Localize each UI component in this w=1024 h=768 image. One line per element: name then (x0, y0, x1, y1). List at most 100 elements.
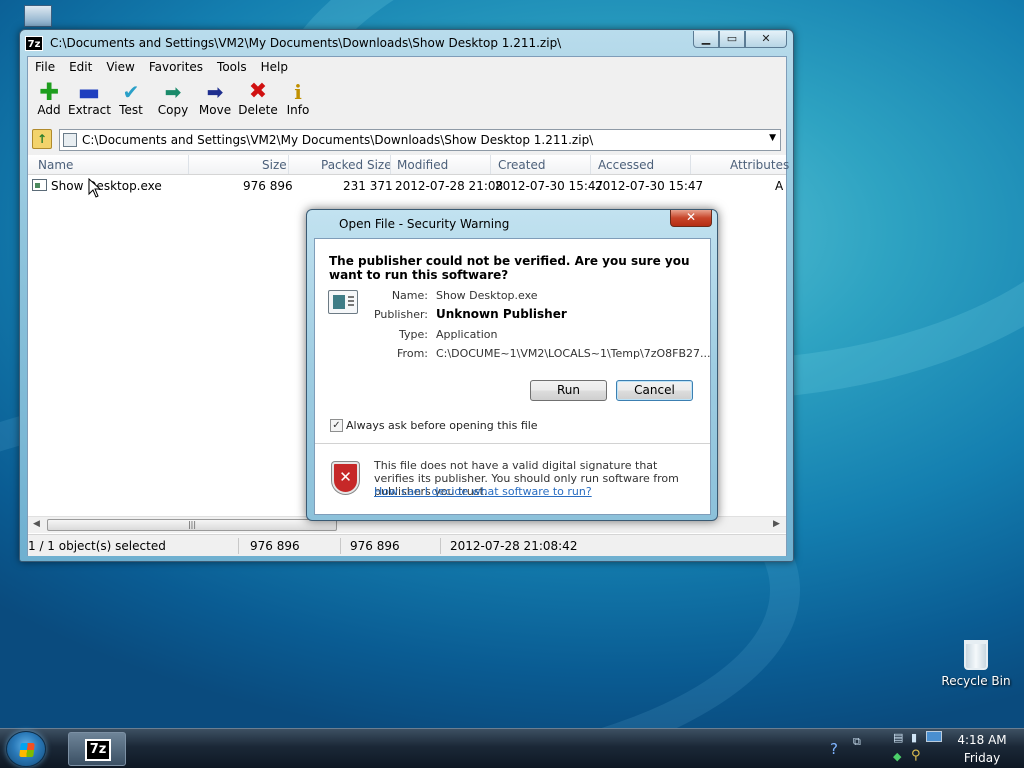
publisher-value: Unknown Publisher (436, 307, 567, 321)
volume-icon[interactable]: ▮ (911, 731, 917, 744)
help-link[interactable]: How can I decide what software to run? (374, 485, 592, 498)
delete-label: Delete (238, 103, 278, 117)
taskbar-7zip-button[interactable]: 7z (68, 732, 126, 766)
folder-up-icon[interactable]: ↑ (32, 129, 52, 149)
from-value: C:\DOCUME~1\VM2\LOCALS~1\Temp\7zO8FB27..… (436, 347, 711, 360)
name-label: Name: (391, 289, 428, 302)
status-packed: 976 896 (350, 539, 400, 553)
maximize-button[interactable]: ▭ (719, 31, 745, 48)
column-size[interactable]: Size (262, 158, 287, 172)
plus-icon: ✚ (38, 78, 60, 106)
menubar: File Edit View Favorites Tools Help (28, 57, 786, 77)
check-icon: ✔ (122, 80, 140, 104)
test-label: Test (119, 103, 143, 117)
row-attributes: A (775, 179, 784, 193)
menu-file[interactable]: File (28, 57, 62, 77)
tray-green-icon[interactable]: ◆ (893, 750, 901, 763)
dialog-body: The publisher could not be verified. Are… (314, 238, 711, 515)
status-bar: 1 / 1 object(s) selected 976 896 976 896… (28, 534, 786, 556)
address-bar: ↑ C:\Documents and Settings\VM2\My Docum… (28, 125, 786, 155)
extract-label: Extract (68, 103, 111, 117)
network-icon[interactable]: ▤ (893, 731, 903, 744)
menu-edit[interactable]: Edit (62, 57, 99, 77)
copy-arrow-icon: ➡ (164, 80, 182, 104)
row-name: Show Desktop.exe (51, 179, 162, 193)
security-warning-dialog: Open File - Security Warning ✕ The publi… (306, 209, 718, 521)
mouse-cursor (88, 178, 102, 198)
copy-label: Copy (157, 103, 189, 117)
dialog-divider (315, 443, 710, 444)
publisher-label: Publisher: (373, 308, 428, 321)
taskbar: 7z ? ⧉ ▤ ▮ ◆ ⚲ 4:18 AM Friday (0, 728, 1024, 768)
column-packed-size[interactable]: Packed Size (321, 158, 392, 172)
extract-button[interactable]: ▬ Extract (68, 78, 111, 117)
status-date: 2012-07-28 21:08:42 (450, 539, 578, 553)
info-icon: i (294, 80, 302, 104)
help-icon[interactable]: ? (830, 740, 838, 758)
status-size: 976 896 (250, 539, 300, 553)
row-size: 976 896 (243, 179, 293, 193)
column-name[interactable]: Name (38, 158, 73, 172)
application-icon (328, 290, 358, 314)
test-button[interactable]: ✔ Test (116, 81, 146, 117)
run-button[interactable]: Run (530, 380, 607, 401)
clock[interactable]: 4:18 AM Friday (950, 731, 1014, 767)
add-button[interactable]: ✚ Add (34, 78, 64, 117)
clock-day: Friday (963, 751, 1001, 765)
row-created: 2012-07-30 15:47 (495, 179, 604, 193)
always-ask-checkbox[interactable]: ✓ (330, 419, 343, 432)
window-title: C:\Documents and Settings\VM2\My Documen… (50, 36, 562, 50)
row-packed-size: 231 371 (343, 179, 393, 193)
info-button[interactable]: i Info (284, 81, 312, 117)
dialog-title: Open File - Security Warning (339, 217, 510, 231)
always-ask-label[interactable]: Always ask before opening this file (346, 419, 538, 432)
menu-view[interactable]: View (99, 57, 141, 77)
7zip-app-icon[interactable]: 7z (25, 36, 43, 51)
search-icon[interactable]: ⚲ (911, 748, 921, 763)
toolbar: ✚ Add ▬ Extract ✔ Test ➡ Copy ➡ Move ✖ D… (28, 77, 786, 125)
move-label: Move (198, 103, 232, 117)
menu-help[interactable]: Help (254, 57, 295, 77)
row-modified: 2012-07-28 21:08 (395, 179, 504, 193)
move-arrow-icon: ➡ (206, 80, 224, 104)
restore-icon[interactable]: ⧉ (853, 735, 861, 749)
info-label: Info (286, 103, 310, 117)
delete-button[interactable]: ✖ Delete (238, 81, 278, 118)
minimize-button[interactable]: ▁ (693, 31, 719, 48)
column-modified[interactable]: Modified (397, 158, 448, 172)
display-icon[interactable] (926, 731, 942, 742)
7zip-taskbar-icon: 7z (85, 739, 111, 761)
move-button[interactable]: ➡ Move (198, 81, 232, 117)
scroll-left-icon[interactable]: ◀ (33, 519, 40, 529)
start-button[interactable] (6, 731, 46, 767)
type-label: Type: (399, 328, 428, 341)
my-computer-icon[interactable] (24, 5, 52, 27)
column-attributes[interactable]: Attributes (730, 158, 789, 172)
copy-button[interactable]: ➡ Copy (156, 81, 190, 117)
dialog-close-button[interactable]: ✕ (670, 210, 712, 227)
recycle-bin[interactable]: Recycle Bin (940, 640, 1012, 688)
scroll-right-icon[interactable]: ▶ (773, 519, 780, 529)
row-accessed: 2012-07-30 15:47 (595, 179, 704, 193)
clock-time: 4:18 AM (957, 733, 1007, 747)
column-accessed[interactable]: Accessed (598, 158, 654, 172)
table-row[interactable]: Show Desktop.exe 976 896 231 371 2012-07… (28, 177, 786, 195)
column-created[interactable]: Created (498, 158, 546, 172)
recycle-bin-icon (964, 640, 988, 670)
status-selected: 1 / 1 object(s) selected (28, 539, 166, 553)
cancel-button[interactable]: Cancel (616, 380, 693, 401)
recycle-bin-label: Recycle Bin (941, 674, 1011, 688)
exe-file-icon (32, 179, 47, 191)
menu-favorites[interactable]: Favorites (142, 57, 210, 77)
dialog-question: The publisher could not be verified. Are… (329, 254, 690, 282)
close-button[interactable]: ✕ (745, 31, 787, 48)
list-header: Name Size Packed Size Modified Created A… (28, 155, 789, 175)
scrollbar-thumb[interactable]: ||| (47, 519, 337, 531)
chevron-down-icon[interactable]: ▼ (769, 133, 776, 143)
address-field[interactable]: C:\Documents and Settings\VM2\My Documen… (59, 129, 781, 151)
minus-icon: ▬ (77, 78, 101, 106)
type-value: Application (436, 328, 498, 341)
menu-tools[interactable]: Tools (210, 57, 254, 77)
address-text: C:\Documents and Settings\VM2\My Documen… (82, 133, 594, 147)
from-label: From: (397, 347, 428, 360)
